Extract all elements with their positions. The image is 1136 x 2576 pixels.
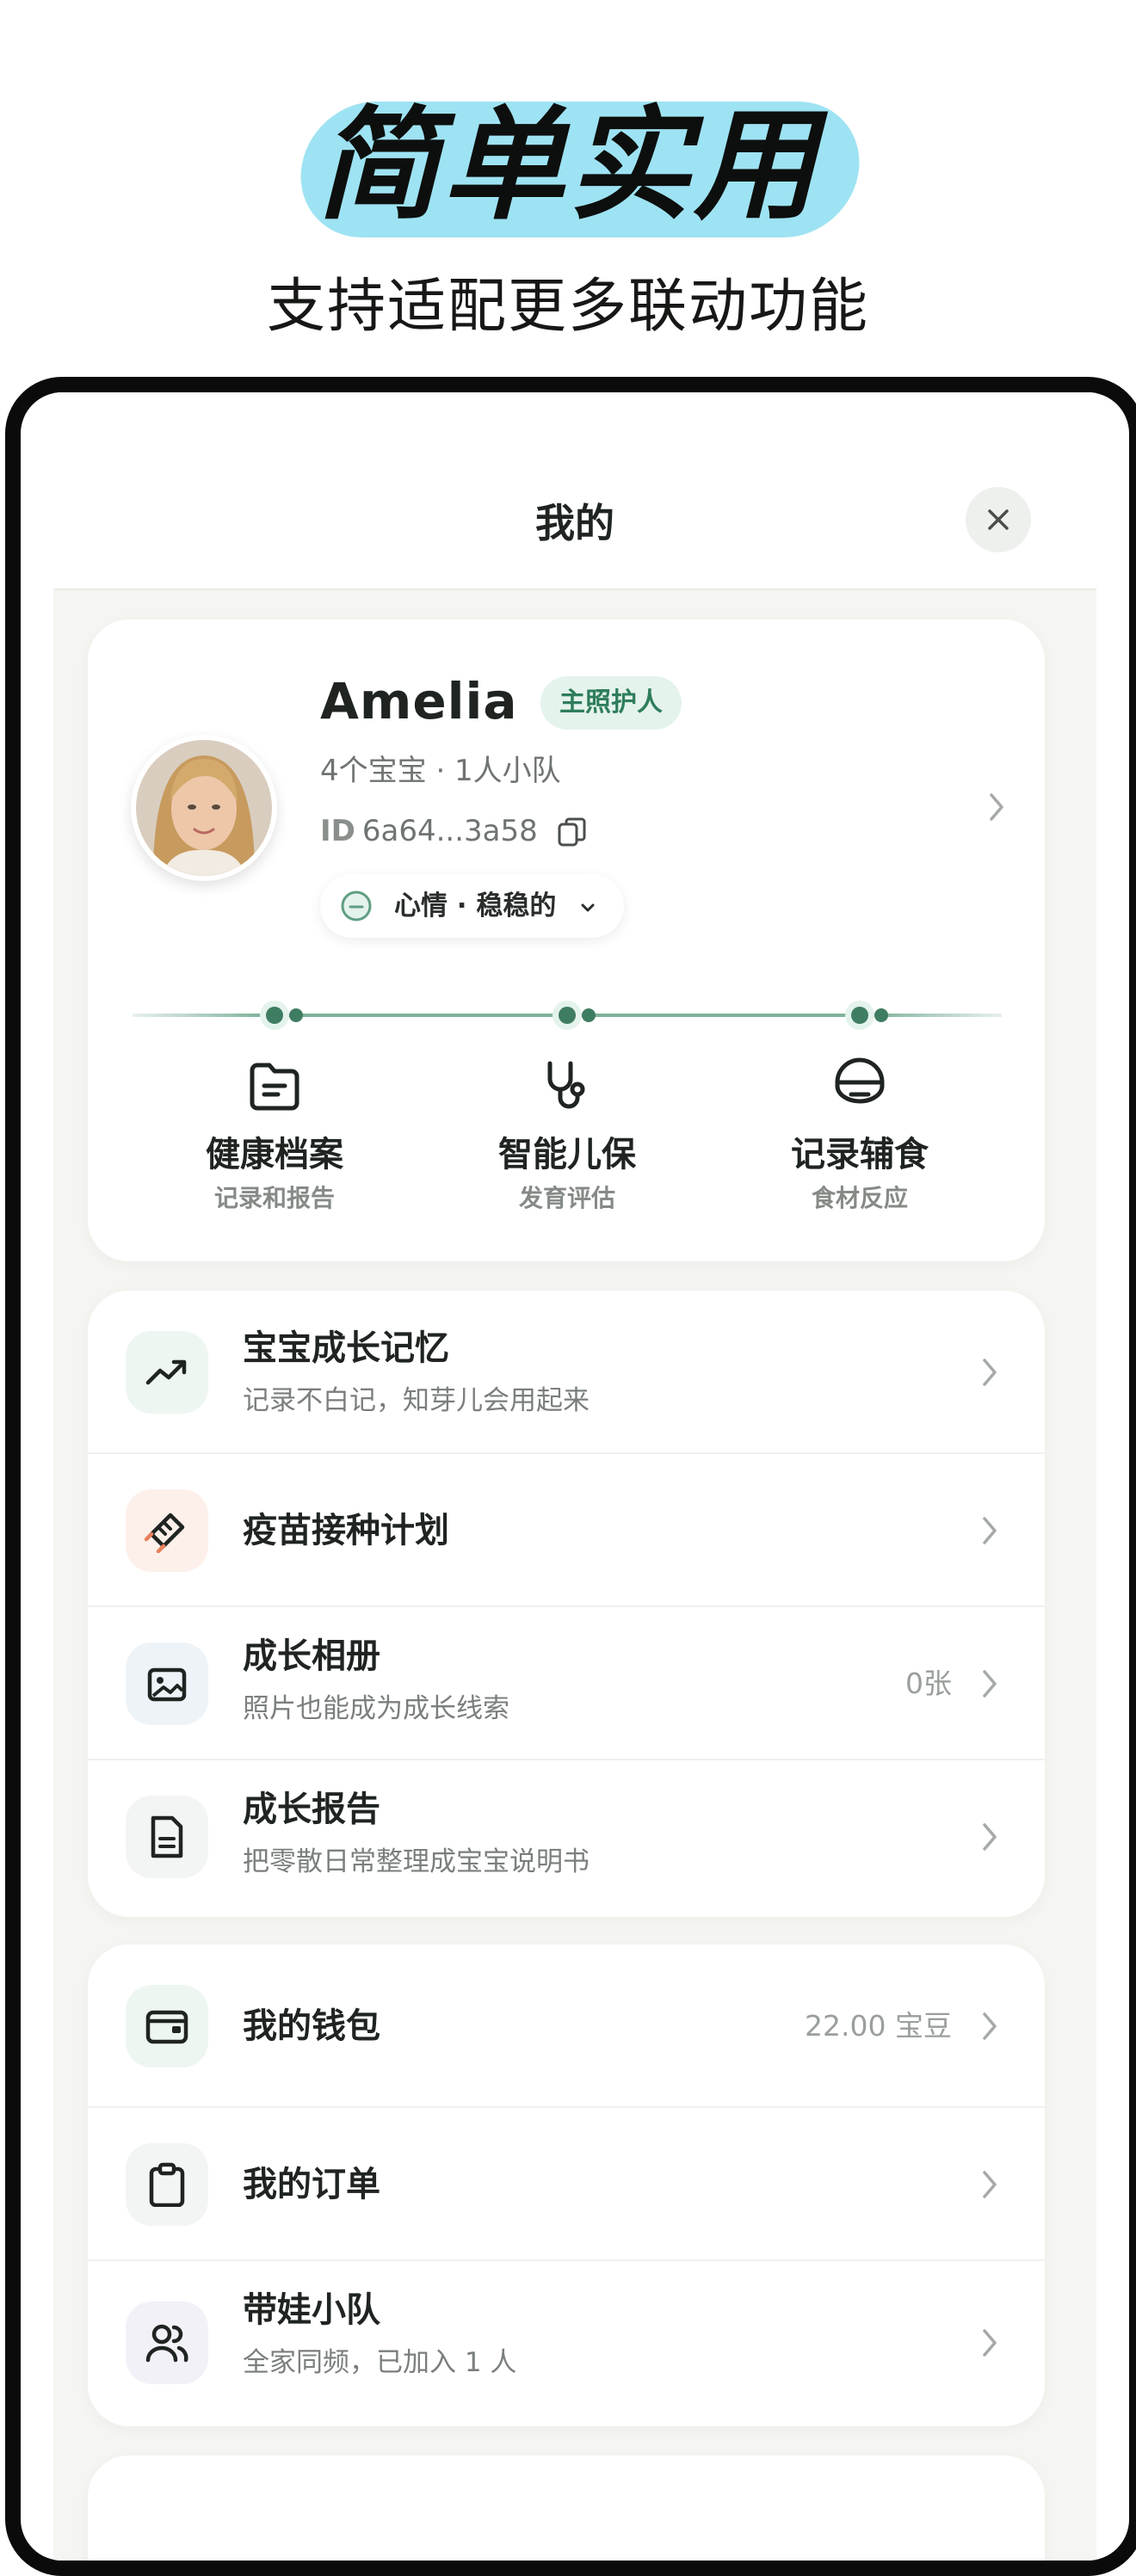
row-subtitle: 全家同频，已加入 1 人	[243, 2347, 517, 2378]
wallet-icon	[145, 2010, 188, 2044]
feature-smart-checkup[interactable]: 智能儿保 发育评估	[455, 1055, 679, 1215]
chevron-right-icon	[983, 2012, 997, 2040]
feature-subtitle: 食材反应	[811, 1184, 908, 1212]
id-label: ID	[320, 814, 355, 848]
chevron-down-icon	[581, 903, 595, 911]
feature-health-records[interactable]: 健康档案 记录和报告	[163, 1055, 386, 1215]
album-count: 0张	[905, 1667, 952, 1700]
row-subtitle: 照片也能成为成长线索	[243, 1693, 509, 1724]
profile-card: Amelia 主照护人 4个宝宝 · 1人小队 ID 6a64...3a58 心情…	[88, 619, 1045, 1261]
avatar-image	[136, 740, 272, 876]
row-title: 疫苗接种计划	[243, 1511, 449, 1550]
row-title: 成长报告	[243, 1790, 380, 1829]
clipboard-icon	[149, 2162, 185, 2207]
family-summary: 4个宝宝 · 1人小队	[320, 754, 561, 788]
trend-up-icon	[145, 1359, 187, 1385]
row-icon-bg	[126, 2143, 208, 2226]
promo-subtitle: 支持适配更多联动功能	[266, 273, 869, 341]
chevron-right-icon	[983, 2329, 997, 2357]
phone-frame: 我的 Amelia 主照护人 4个宝宝 · 1人小队 ID 6a64...3a5…	[5, 377, 1136, 2576]
chevron-right-icon	[983, 2171, 997, 2198]
role-badge: 主照护人	[540, 676, 682, 730]
records-card: 宝宝成长记忆 记录不白记，知芽儿会用起来 疫苗接种计划 成长相册 照片也能成为成…	[88, 1291, 1045, 1917]
chevron-right-icon[interactable]	[983, 788, 1010, 826]
row-title: 成长相册	[243, 1636, 380, 1676]
row-icon-bg	[126, 2302, 208, 2384]
neutral-face-icon	[341, 891, 372, 921]
close-icon	[988, 509, 1009, 530]
page-title: 我的	[535, 500, 614, 546]
top-bar: 我的	[53, 392, 1096, 590]
report-document-icon	[151, 1815, 183, 1858]
user-name: Amelia	[320, 672, 518, 730]
mood-selector[interactable]: 心情 · 稳稳的	[320, 874, 625, 938]
row-icon-bg	[126, 1985, 208, 2068]
list-item-orders[interactable]: 我的订单	[88, 2108, 1045, 2261]
row-subtitle: 记录不白记，知芽儿会用起来	[243, 1385, 590, 1416]
list-item-growth-album[interactable]: 成长相册 照片也能成为成长线索 0张	[88, 1607, 1045, 1760]
row-title: 我的钱包	[243, 2006, 380, 2046]
feature-title: 健康档案	[206, 1135, 343, 1174]
row-icon-bg	[126, 1642, 208, 1725]
row-title: 我的订单	[243, 2165, 380, 2204]
copy-icon[interactable]	[556, 816, 589, 848]
chevron-right-icon	[983, 1670, 997, 1698]
wallet-balance: 22.00 宝豆	[805, 2009, 952, 2043]
row-title: 宝宝成长记忆	[243, 1328, 449, 1368]
my-page-screen: 我的 Amelia 主照护人 4个宝宝 · 1人小队 ID 6a64...3a5…	[53, 392, 1096, 2561]
list-item-growth-memory[interactable]: 宝宝成长记忆 记录不白记，知芽儿会用起来	[88, 1291, 1045, 1454]
row-icon-bg	[126, 1331, 208, 1414]
next-card	[88, 2456, 1045, 2561]
id-value: 6a64...3a58	[361, 814, 538, 848]
folder-icon	[250, 1063, 299, 1111]
feature-timeline	[133, 1001, 1002, 1030]
feature-subtitle: 发育评估	[518, 1184, 615, 1212]
chevron-right-icon	[983, 1823, 997, 1851]
close-button[interactable]	[966, 487, 1031, 552]
promo-title: 简单实用	[317, 95, 819, 237]
list-item-family-team[interactable]: 带娃小队 全家同频，已加入 1 人	[88, 2261, 1045, 2426]
feature-subtitle: 记录和报告	[213, 1184, 335, 1212]
row-icon-bg	[126, 1489, 208, 1572]
list-item-growth-report[interactable]: 成长报告 把零散日常整理成宝宝说明书	[88, 1760, 1045, 1917]
chevron-right-icon	[983, 1359, 997, 1386]
list-item-vaccine-plan[interactable]: 疫苗接种计划	[88, 1454, 1045, 1607]
bowl-icon	[835, 1057, 885, 1104]
user-id-row: ID 6a64...3a58	[320, 810, 586, 852]
mood-label: 心情 · 稳稳的	[394, 891, 557, 921]
stethoscope-icon	[547, 1061, 585, 1109]
feature-title: 记录辅食	[791, 1135, 929, 1174]
feature-solid-food[interactable]: 记录辅食 食材反应	[748, 1055, 972, 1215]
syringe-icon	[145, 1513, 185, 1553]
row-title: 带娃小队	[243, 2290, 380, 2330]
team-users-icon	[145, 2324, 188, 2363]
avatar[interactable]	[131, 735, 277, 881]
feature-title: 智能儿保	[498, 1135, 636, 1174]
account-card: 我的钱包 22.00 宝豆 我的订单 带娃小队 全家同频，已加入 1 人	[88, 1944, 1045, 2426]
row-icon-bg	[126, 1796, 208, 1878]
chevron-right-icon	[983, 1517, 997, 1544]
list-item-wallet[interactable]: 我的钱包 22.00 宝豆	[88, 1944, 1045, 2108]
photo-album-icon	[147, 1667, 187, 1702]
row-subtitle: 把零散日常整理成宝宝说明书	[243, 1846, 590, 1877]
